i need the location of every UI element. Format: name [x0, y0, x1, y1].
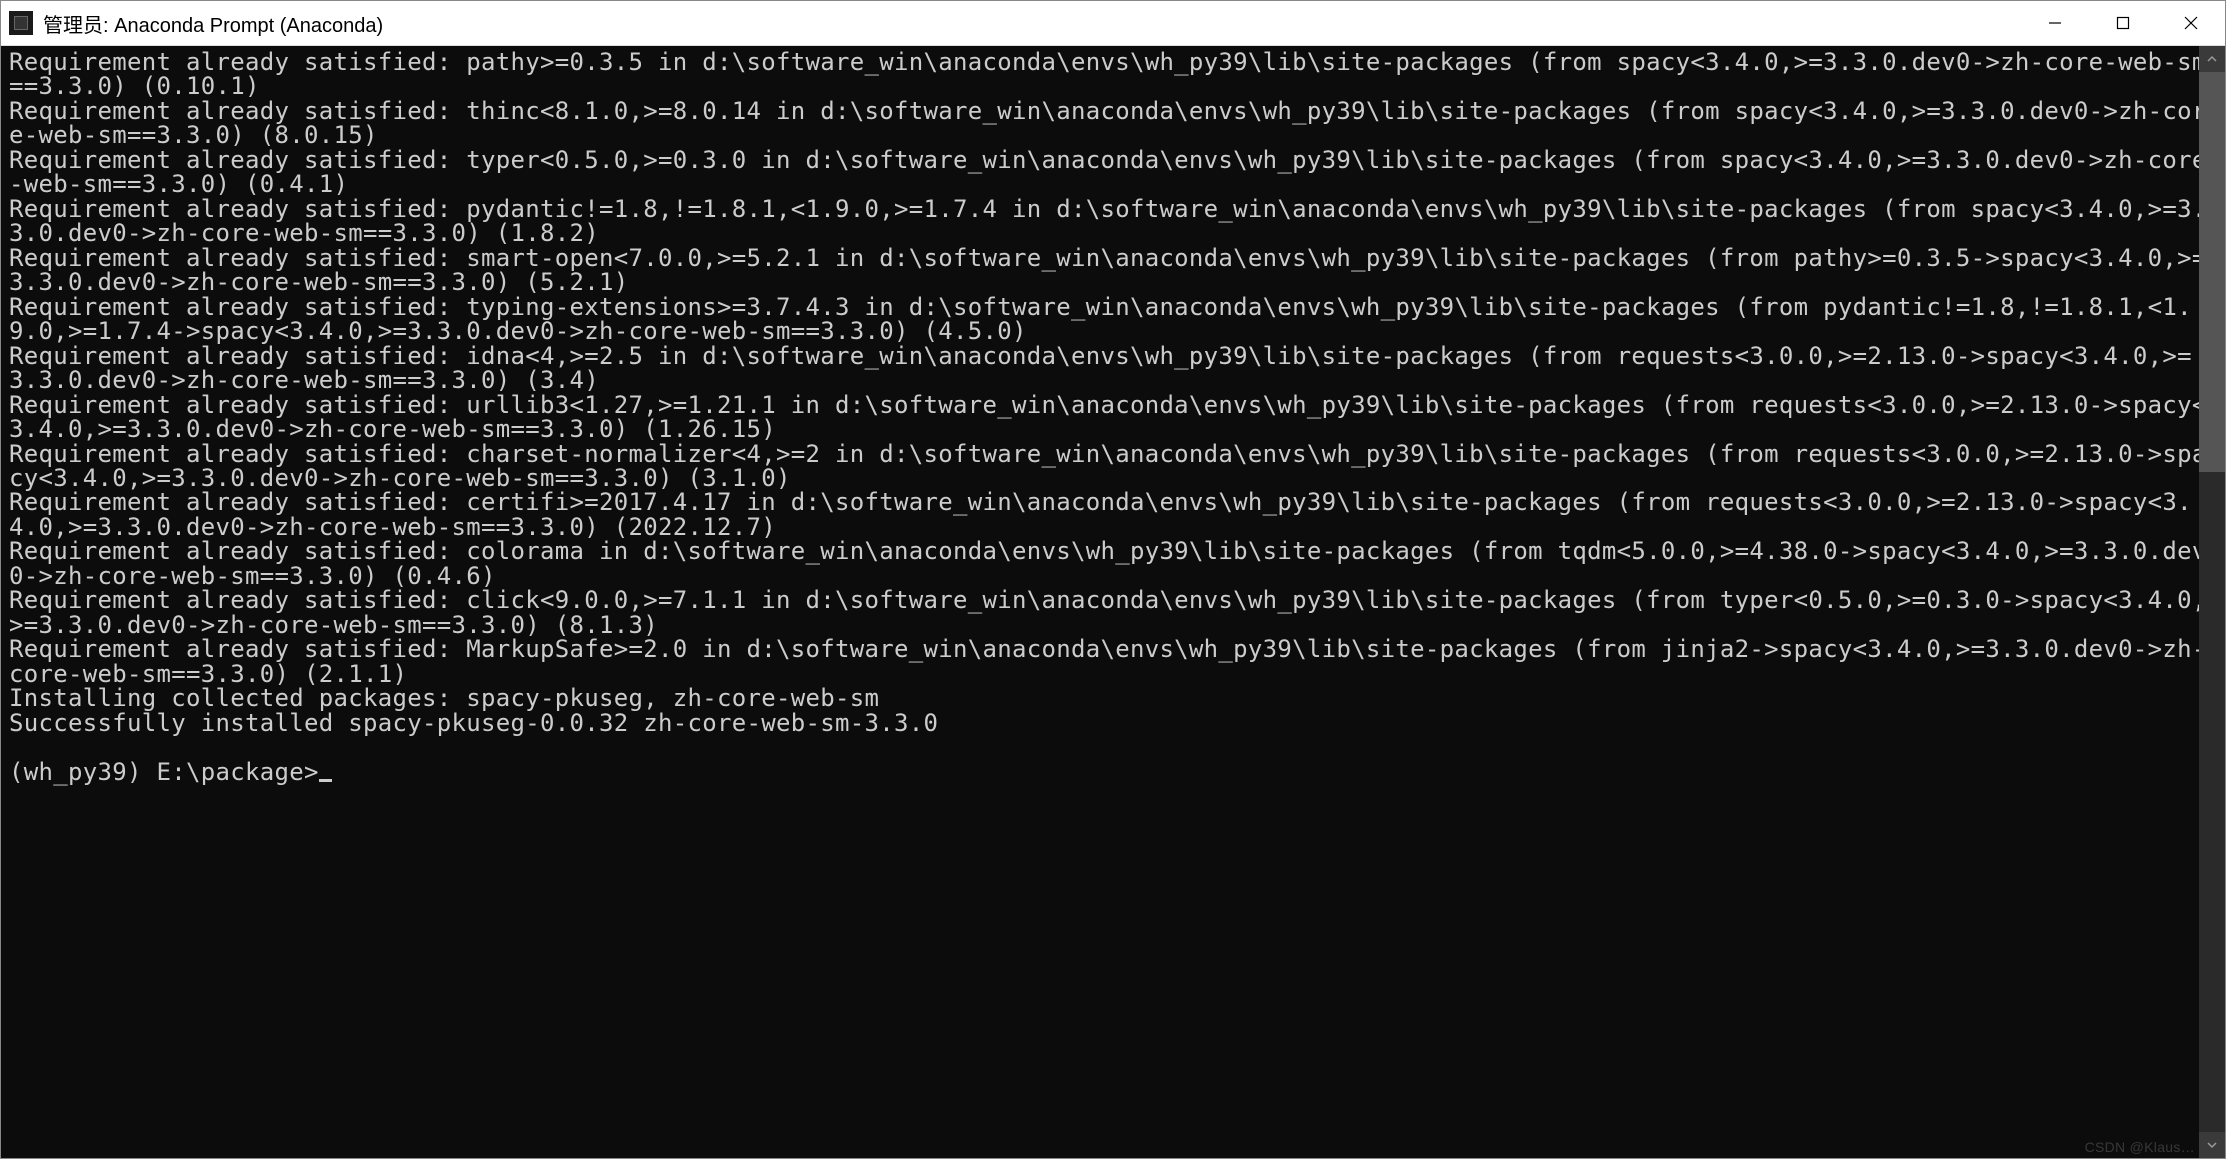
scroll-down-button[interactable] [2199, 1132, 2225, 1158]
terminal-body[interactable]: Requirement already satisfied: pathy>=0.… [1, 46, 2225, 1158]
app-icon [9, 11, 33, 35]
titlebar[interactable]: 管理员: Anaconda Prompt (Anaconda) [1, 1, 2225, 46]
watermark: CSDN @Klaus… [2085, 1140, 2195, 1154]
window-controls [2021, 1, 2225, 45]
scrollbar[interactable] [2199, 46, 2225, 1158]
minimize-button[interactable] [2021, 1, 2089, 45]
scroll-thumb[interactable] [2199, 72, 2225, 472]
close-button[interactable] [2157, 1, 2225, 45]
window-title: 管理员: Anaconda Prompt (Anaconda) [43, 9, 2021, 38]
prompt: (wh_py39) E:\package> [9, 758, 319, 786]
terminal-output: Requirement already satisfied: pathy>=0.… [9, 50, 2217, 784]
terminal-window: 管理员: Anaconda Prompt (Anaconda) Requirem… [0, 0, 2226, 1159]
scroll-up-button[interactable] [2199, 46, 2225, 72]
cursor [319, 779, 332, 782]
maximize-button[interactable] [2089, 1, 2157, 45]
